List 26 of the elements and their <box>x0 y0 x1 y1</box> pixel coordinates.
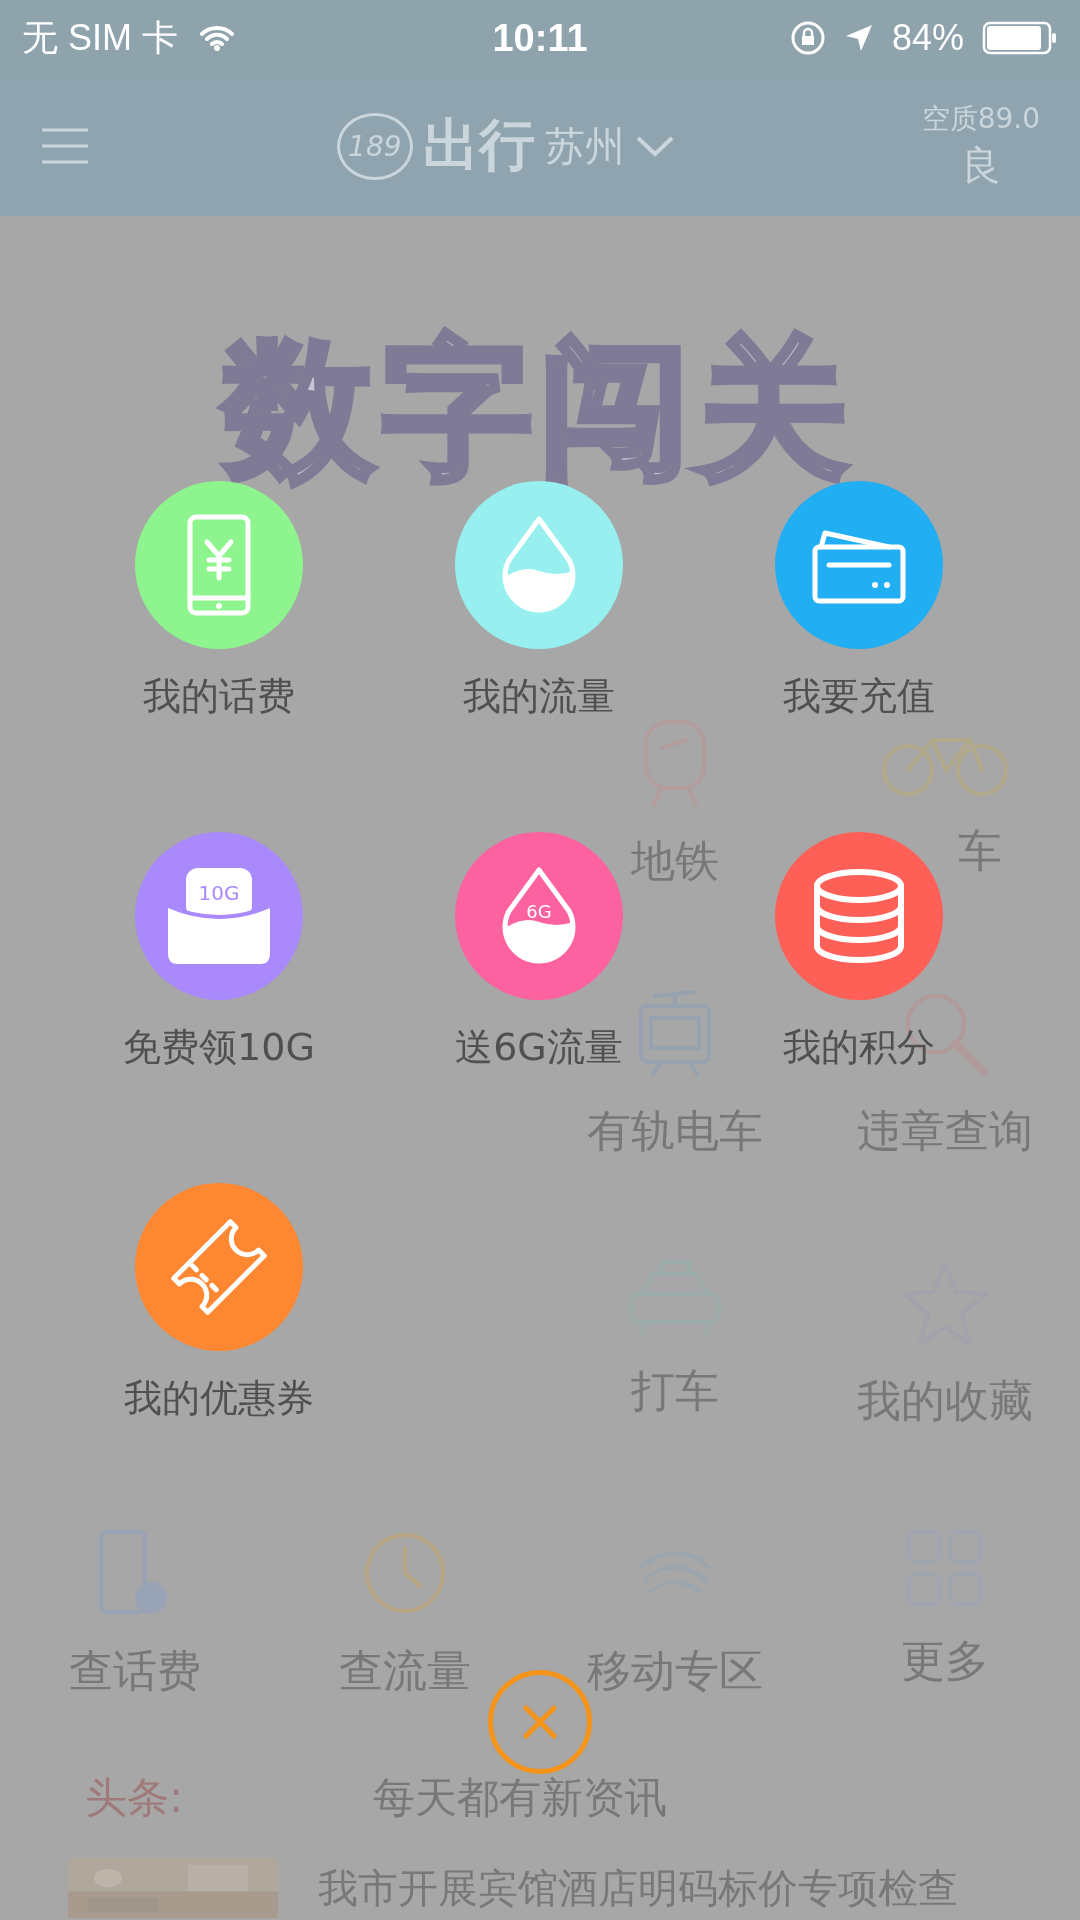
coin-stack-icon <box>811 868 907 964</box>
menu-item-label[interactable]: 我的优惠券 <box>124 1373 314 1424</box>
menu-icon[interactable] <box>40 126 90 166</box>
menu-item-button[interactable]: 10G <box>135 832 303 1000</box>
clock-time: 10:11 <box>492 16 588 60</box>
chevron-down-icon[interactable] <box>634 134 675 158</box>
menu-item-label[interactable]: 免费领10G <box>123 1022 315 1073</box>
logo-number: 189 <box>337 112 413 180</box>
rotation-lock-icon <box>789 20 826 56</box>
air-quality-text: 空质89.0 <box>921 100 1040 137</box>
menu-item-label[interactable]: 我的流量 <box>463 671 615 722</box>
wifi-icon <box>200 25 234 51</box>
menu-item-label[interactable]: 我的话费 <box>143 671 295 722</box>
battery-icon <box>982 21 1058 55</box>
battery-percent: 84% <box>891 17 964 59</box>
menu-item-button[interactable]: 6G <box>455 832 623 1000</box>
logo-text: 出行 <box>422 111 535 179</box>
menu-item-label[interactable]: 我的积分 <box>783 1022 935 1073</box>
ticket-icon <box>171 1219 267 1315</box>
air-grade-text: 良 <box>960 140 1001 190</box>
close-icon <box>522 1704 558 1740</box>
phone-icon <box>187 514 251 616</box>
menu-item-label[interactable]: 我要充值 <box>783 671 935 722</box>
city-selector[interactable]: 苏州 <box>544 118 625 174</box>
menu-item-label[interactable]: 送6G流量 <box>455 1022 623 1073</box>
carrier-text: 无 SIM 卡 <box>22 15 178 60</box>
